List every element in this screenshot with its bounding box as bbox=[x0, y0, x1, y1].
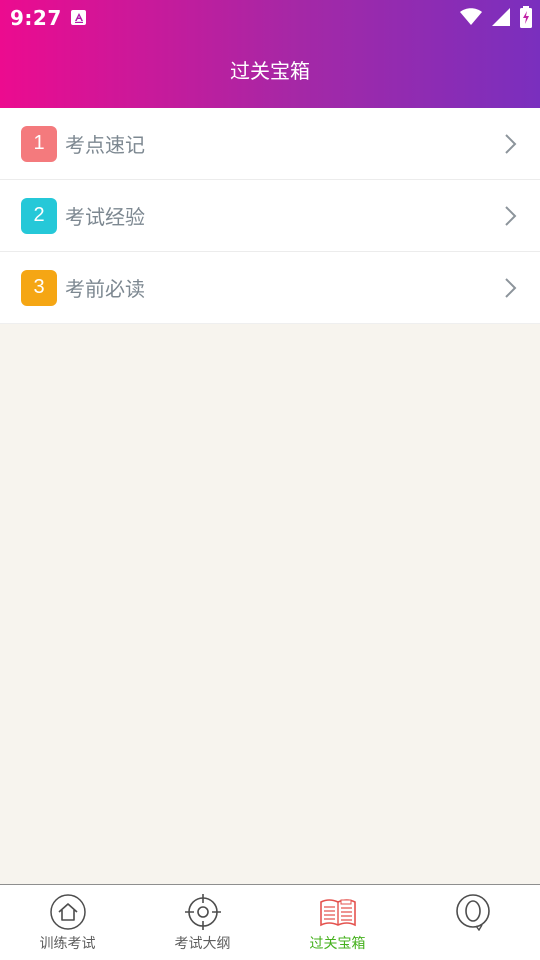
status-icons bbox=[460, 6, 532, 28]
menu-item-label: 考前必读 bbox=[65, 277, 145, 301]
number-badge: 3 bbox=[21, 269, 57, 306]
nav-tab-label: 考试大纲 bbox=[174, 935, 231, 951]
number-badge: 2 bbox=[21, 197, 57, 234]
nav-tab-pass-toolbox[interactable]: 过关宝箱 bbox=[270, 885, 405, 960]
home-icon bbox=[49, 894, 86, 930]
menu-item-exam-points[interactable]: 1 考点速记 bbox=[0, 108, 540, 180]
status-time: 9:27 bbox=[10, 6, 62, 30]
chevron-right-icon bbox=[505, 133, 517, 154]
news-book-icon bbox=[319, 899, 356, 927]
signal-icon bbox=[492, 8, 510, 26]
battery-charging-icon bbox=[520, 6, 532, 28]
app-screen: 9:27 过关宝箱 1 考点速记 2 考试经验 3 考前必读 训练考试 考试大纲… bbox=[0, 0, 540, 960]
chevron-right-icon bbox=[505, 277, 517, 298]
nav-tab-exam-syllabus[interactable]: 考试大纲 bbox=[135, 885, 270, 960]
chevron-right-icon bbox=[505, 205, 517, 226]
number-badge: 1 bbox=[21, 125, 57, 162]
nav-tab-training-exam[interactable]: 训练考试 bbox=[0, 885, 135, 960]
menu-list: 1 考点速记 2 考试经验 3 考前必读 bbox=[0, 108, 540, 324]
target-icon bbox=[184, 894, 221, 930]
nav-tab-label: 训练考试 bbox=[39, 935, 96, 951]
menu-item-pre-exam-reading[interactable]: 3 考前必读 bbox=[0, 252, 540, 324]
keyboard-notification-icon bbox=[71, 10, 86, 25]
menu-item-exam-experience[interactable]: 2 考试经验 bbox=[0, 180, 540, 252]
page-title: 过关宝箱 bbox=[230, 59, 310, 83]
profile-icon bbox=[455, 894, 490, 931]
wifi-icon bbox=[460, 8, 482, 25]
nav-tab-label: 过关宝箱 bbox=[309, 935, 366, 951]
top-header: 9:27 过关宝箱 bbox=[0, 0, 540, 108]
bottom-navigation: 训练考试 考试大纲 过关宝箱 bbox=[0, 884, 540, 960]
status-bar: 9:27 bbox=[0, 0, 540, 36]
nav-tab-profile[interactable] bbox=[405, 885, 540, 960]
menu-item-label: 考试经验 bbox=[65, 205, 145, 229]
menu-item-label: 考点速记 bbox=[65, 133, 145, 157]
